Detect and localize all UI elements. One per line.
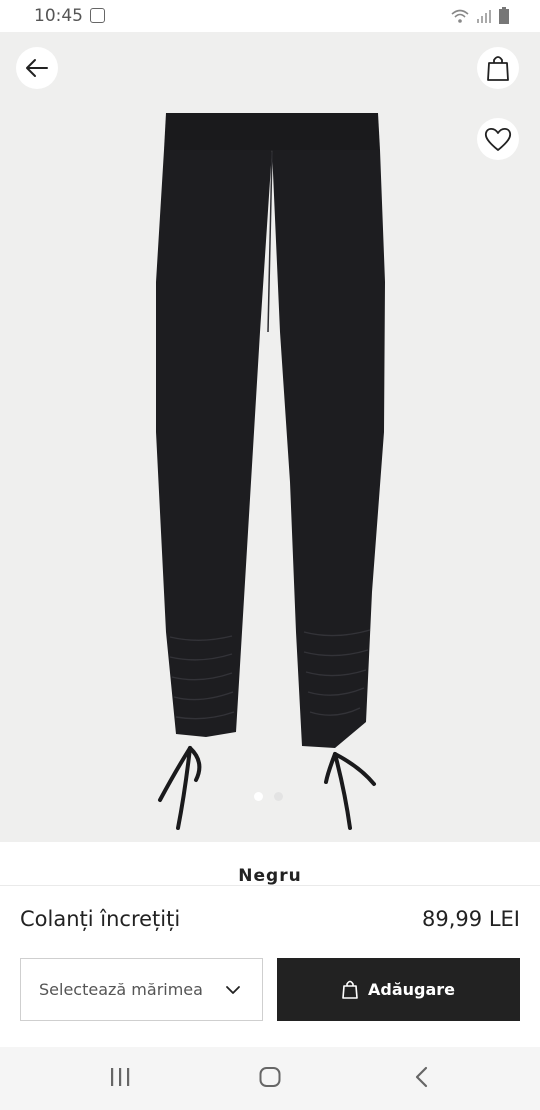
heart-icon [484, 127, 512, 151]
size-select[interactable]: Selectează mărimea [20, 958, 263, 1021]
add-to-bag-label: Adăugare [367, 980, 455, 999]
back-nav-icon[interactable] [410, 1065, 434, 1089]
system-nav-bar [0, 1047, 540, 1110]
shopping-bag-icon [487, 56, 509, 81]
add-to-bag-button[interactable]: Adăugare [277, 958, 520, 1021]
carousel-dot-active[interactable] [254, 792, 263, 801]
home-icon[interactable] [258, 1065, 282, 1089]
carousel-dot[interactable] [274, 792, 283, 801]
wifi-icon [451, 9, 469, 23]
size-select-label: Selectează mărimea [39, 980, 203, 999]
product-price: 89,99 LEI [422, 907, 520, 931]
notification-icon [90, 8, 105, 23]
back-button[interactable] [16, 47, 58, 89]
product-title: Colanți încrețiți [20, 907, 181, 931]
favorite-button[interactable] [477, 118, 519, 160]
recent-apps-icon[interactable] [108, 1065, 132, 1089]
status-bar: 10:45 [0, 0, 540, 32]
color-name: Negru [238, 866, 302, 886]
shopping-bag-icon [342, 980, 358, 999]
arrow-left-icon [26, 59, 48, 77]
chevron-down-icon [226, 986, 240, 994]
leggings-image [156, 113, 385, 830]
product-image[interactable] [0, 32, 540, 842]
carousel-indicator [254, 792, 283, 801]
status-icons [450, 7, 510, 25]
battery-icon [499, 7, 509, 24]
status-time: 10:45 [34, 6, 83, 26]
shopping-bag-button[interactable] [477, 47, 519, 89]
signal-icon [477, 10, 491, 23]
